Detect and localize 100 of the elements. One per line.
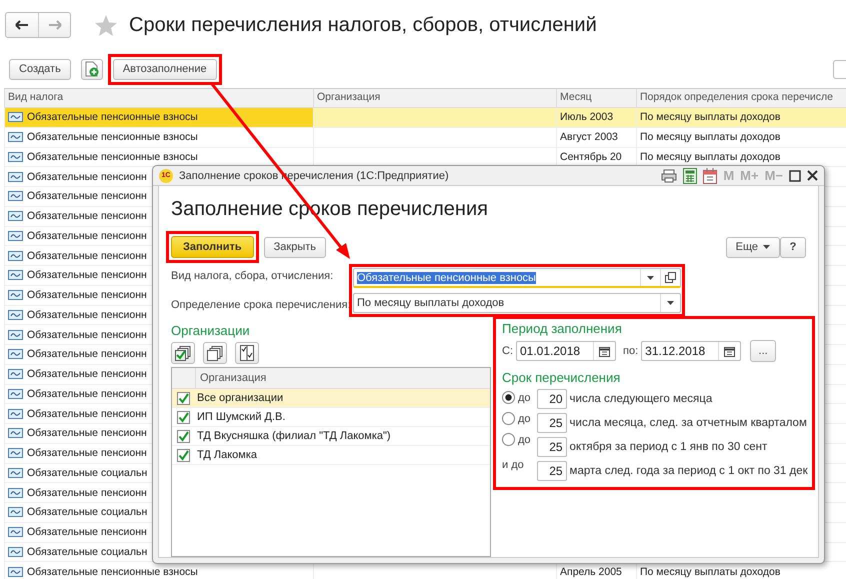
table-cell: Август 2003 bbox=[560, 131, 618, 144]
check-all-button[interactable] bbox=[171, 342, 195, 364]
dropdown-arrow-icon[interactable] bbox=[647, 276, 654, 280]
radio-button[interactable] bbox=[502, 391, 515, 404]
period-button[interactable]: ... bbox=[750, 340, 776, 362]
date-field[interactable]: 01.01.2018 bbox=[516, 341, 616, 361]
tax-icon bbox=[8, 408, 23, 419]
tax-icon bbox=[8, 527, 23, 538]
organization-name: ТД Вкусняшка (филиал "ТД Лакомка") bbox=[197, 430, 391, 442]
printer-icon[interactable] bbox=[661, 168, 678, 182]
tax-icon bbox=[8, 546, 23, 557]
column-header[interactable]: Организация bbox=[313, 89, 556, 107]
table-cell: По месяцу выплаты доходов bbox=[640, 150, 780, 163]
organization-row[interactable]: Все организации bbox=[172, 389, 490, 408]
checkbox[interactable] bbox=[177, 448, 190, 462]
column-header[interactable]: Месяц bbox=[556, 89, 636, 107]
tax-name: Обязательные пенсионн bbox=[27, 486, 147, 499]
checkbox[interactable] bbox=[177, 392, 190, 404]
invert-button[interactable] bbox=[235, 342, 259, 364]
tax-icon bbox=[8, 507, 23, 518]
calendar-icon[interactable] bbox=[724, 346, 736, 356]
option-label: до bbox=[518, 434, 531, 446]
table-cell: По месяцу выплаты доходов bbox=[640, 111, 780, 124]
column-header[interactable]: Порядок определения срока перечисле bbox=[636, 89, 846, 107]
toolbar-button[interactable]: Создать bbox=[9, 58, 71, 80]
tax-name: Обязательные пенсионн bbox=[27, 427, 147, 440]
star-icon[interactable] bbox=[95, 14, 117, 36]
field-label: Вид налога, сбора, отчисления: bbox=[171, 270, 334, 282]
tax-icon bbox=[8, 290, 23, 300]
tax-name: Обязательные пенсионн bbox=[27, 289, 147, 302]
tax-icon bbox=[8, 310, 23, 320]
left-arrow-icon bbox=[15, 20, 29, 30]
dropdown-field[interactable]: Обязательные пенсионные взносы bbox=[353, 268, 681, 288]
table-cell: По месяцу выплаты доходов bbox=[640, 131, 780, 144]
calendar-icon[interactable] bbox=[599, 346, 610, 356]
tax-icon bbox=[8, 230, 23, 241]
tax-icon bbox=[8, 488, 23, 498]
tax-name: Обязательные пенсионные взносы bbox=[27, 111, 198, 124]
checklist-icon bbox=[240, 345, 254, 361]
day-description: марта след. года за период с 1 окт по 31 дек bbox=[570, 465, 808, 477]
day-field[interactable]: 25 bbox=[536, 437, 567, 457]
checkbox[interactable] bbox=[177, 410, 190, 424]
day-field[interactable]: 20 bbox=[536, 389, 567, 409]
calculator-icon[interactable] bbox=[683, 168, 698, 184]
option-label: и до bbox=[502, 458, 524, 470]
organization-name: Все организации bbox=[197, 392, 284, 404]
day-field[interactable]: 25 bbox=[536, 461, 567, 481]
tax-name: Обязательные пенсионные взносы bbox=[27, 150, 198, 163]
section-heading: Срок перечисления bbox=[502, 370, 622, 385]
tax-name: Обязательные пенсионн bbox=[27, 408, 147, 420]
tax-name: Обязательные пенсионн bbox=[27, 368, 147, 380]
tax-name: Обязательные пенсионн bbox=[27, 250, 147, 262]
tax-icon bbox=[8, 468, 23, 478]
radio-button[interactable] bbox=[502, 412, 515, 425]
tax-icon bbox=[8, 270, 23, 280]
table-cell: Июль 2003 bbox=[560, 111, 614, 124]
column-header[interactable]: Вид налога bbox=[4, 89, 313, 107]
tax-icon bbox=[8, 172, 23, 182]
day-description: октября за период с 1 янв по 30 сент bbox=[570, 441, 768, 453]
table-row[interactable]: Обязательные пенсионные взносы Август 2003 По месяцу выплаты доходов bbox=[4, 128, 846, 148]
tax-icon bbox=[8, 349, 23, 360]
fill-button[interactable]: Заполнить bbox=[171, 236, 254, 258]
table-row[interactable]: Обязательные пенсионные взносы Июль 2003 По месяцу выплаты доходов bbox=[4, 108, 846, 128]
section-heading: Период заполнения bbox=[502, 321, 623, 336]
radio-button[interactable] bbox=[502, 433, 515, 446]
organization-row[interactable]: ТД Вкусняшка (филиал "ТД Лакомка") bbox=[172, 427, 490, 446]
close-icon[interactable] bbox=[807, 170, 818, 181]
checkbox[interactable] bbox=[177, 430, 190, 442]
day-field[interactable]: 25 bbox=[536, 413, 567, 433]
page-title: Сроки перечисления налогов, сборов, отчислений bbox=[129, 14, 597, 36]
more-button[interactable]: Еще bbox=[726, 236, 780, 258]
uncheck-all-button[interactable] bbox=[203, 342, 227, 364]
dropdown-field[interactable]: По месяцу выплаты доходов bbox=[353, 293, 681, 313]
tax-icon bbox=[8, 330, 23, 340]
date-label: С: bbox=[502, 345, 513, 357]
table-cell: По месяцу выплаты доходов bbox=[640, 566, 780, 578]
tax-icon bbox=[8, 369, 23, 380]
table-cell: Апрель 2005 bbox=[560, 566, 622, 578]
table-cell: Сентябрь 20 bbox=[560, 150, 622, 163]
tax-icon bbox=[8, 152, 23, 162]
organization-name: ИП Шумский Д.В. bbox=[197, 411, 286, 423]
tax-icon bbox=[8, 250, 23, 261]
tax-name: Обязательные пенсионн bbox=[27, 230, 147, 242]
tax-name: Обязательные социальн bbox=[27, 466, 148, 479]
close-button[interactable]: Закрыть bbox=[264, 236, 326, 258]
tax-name: Обязательные пенсионн bbox=[27, 170, 147, 183]
organization-row[interactable]: ТД Лакомка bbox=[172, 446, 490, 465]
tax-icon bbox=[8, 448, 23, 458]
organization-row[interactable]: ИП Шумский Д.В. bbox=[172, 408, 490, 427]
field-value: По месяцу выплаты доходов bbox=[357, 297, 504, 309]
toolbar-button[interactable]: Автозаполнение bbox=[112, 58, 217, 80]
date-field[interactable]: 31.12.2018 bbox=[641, 341, 742, 361]
calendar-icon[interactable] bbox=[703, 168, 718, 184]
open-icon[interactable] bbox=[665, 272, 676, 283]
add-button[interactable] bbox=[80, 58, 103, 80]
stack-icon bbox=[207, 346, 223, 360]
help-button[interactable]: ? bbox=[780, 236, 806, 258]
tax-icon bbox=[8, 428, 23, 438]
dropdown-arrow-icon[interactable] bbox=[667, 301, 674, 305]
maximize-icon[interactable] bbox=[789, 170, 801, 182]
